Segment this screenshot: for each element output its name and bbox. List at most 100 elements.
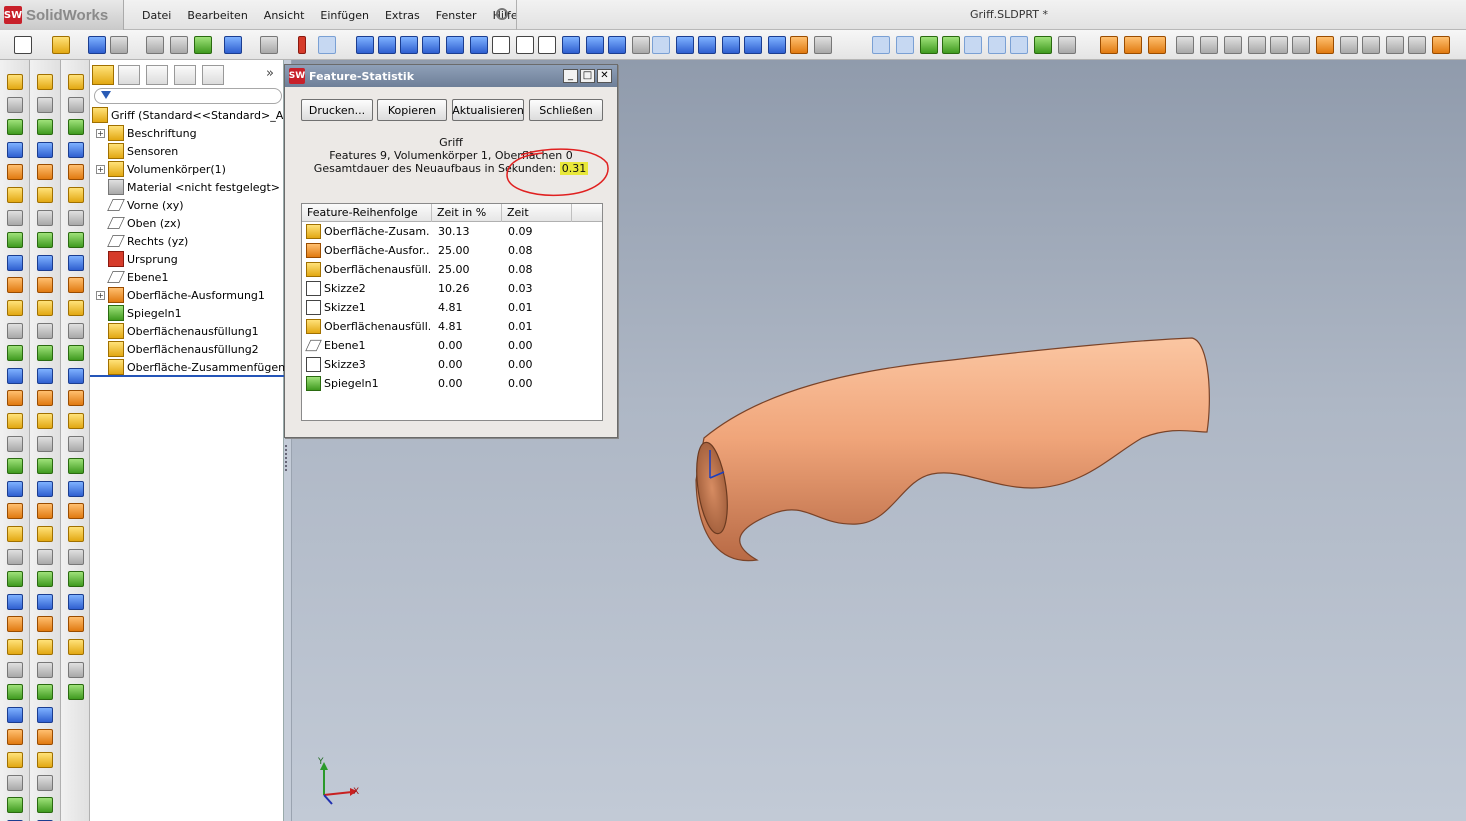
command-button-icon[interactable] — [37, 277, 53, 294]
view-trimetric-icon[interactable] — [516, 36, 534, 54]
expand-toggle-icon[interactable]: + — [96, 290, 105, 300]
print-icon[interactable] — [110, 36, 128, 54]
command-button-icon[interactable] — [7, 209, 23, 226]
feature-statistics-list[interactable]: Feature-Reihenfolge Zeit in % Zeit Oberf… — [301, 203, 603, 421]
command-button-icon[interactable] — [37, 390, 53, 407]
maximize-button[interactable]: □ — [580, 69, 595, 83]
tree-item[interactable]: +Rechts (yz) — [96, 232, 188, 250]
rip-icon[interactable] — [1408, 36, 1426, 54]
command-button-icon[interactable] — [7, 548, 23, 565]
column-time[interactable]: Zeit — [502, 204, 572, 222]
command-button-icon[interactable] — [68, 390, 84, 407]
zoom-area-icon[interactable] — [722, 36, 740, 54]
command-button-icon[interactable] — [7, 300, 23, 316]
command-button-icon[interactable] — [37, 571, 53, 588]
close-window-button[interactable]: ✕ — [597, 69, 612, 83]
view-top-icon[interactable] — [446, 36, 464, 54]
handle-body[interactable] — [695, 337, 1210, 562]
shaded-icon[interactable] — [608, 36, 626, 54]
view-lights-icon[interactable] — [1034, 36, 1052, 54]
rebuild-icon[interactable] — [194, 36, 212, 54]
view-bottom-icon[interactable] — [470, 36, 488, 54]
command-button-icon[interactable] — [68, 164, 84, 181]
command-button-icon[interactable] — [7, 458, 23, 475]
tree-item[interactable]: +Oberflächenausfüllung2 — [96, 340, 259, 358]
tree-item[interactable]: +Vorne (xy) — [96, 196, 184, 214]
tree-item[interactable]: +Material <nicht festgelegt> — [96, 178, 280, 196]
print-button[interactable]: Drucken... — [301, 99, 373, 121]
base-flange-icon[interactable] — [1200, 36, 1218, 54]
command-button-icon[interactable] — [68, 503, 84, 520]
wireframe-icon[interactable] — [562, 36, 580, 54]
tree-root[interactable]: Griff (Standard<<Standard>_Anze — [92, 106, 303, 124]
command-button-icon[interactable] — [7, 232, 23, 249]
command-button-icon[interactable] — [37, 413, 53, 429]
menu-fenster[interactable]: Fenster — [428, 9, 485, 22]
command-button-icon[interactable] — [37, 119, 53, 136]
command-button-icon[interactable] — [68, 277, 84, 294]
command-button-icon[interactable] — [37, 209, 53, 226]
command-button-icon[interactable] — [37, 797, 53, 814]
command-button-icon[interactable] — [68, 367, 84, 384]
expand-toggle-icon[interactable]: + — [96, 164, 105, 174]
command-button-icon[interactable] — [7, 390, 23, 407]
appearance-icon[interactable] — [790, 36, 808, 54]
section-view-icon[interactable] — [676, 36, 694, 54]
refresh-button[interactable]: Aktualisieren — [452, 99, 524, 121]
unfold-icon[interactable] — [1316, 36, 1334, 54]
table-row[interactable]: Oberflächenausfüll... 25.00 0.08 — [302, 260, 602, 279]
command-button-icon[interactable] — [7, 797, 23, 814]
save-icon[interactable] — [88, 36, 106, 54]
command-button-icon[interactable] — [37, 232, 53, 249]
table-row[interactable]: Oberfläche-Ausfor... 25.00 0.08 — [302, 241, 602, 260]
command-button-icon[interactable] — [68, 74, 84, 90]
command-button-icon[interactable] — [7, 616, 23, 633]
open-folder-icon[interactable] — [52, 36, 70, 54]
command-button-icon[interactable] — [7, 684, 23, 701]
close-button[interactable]: Schließen — [529, 99, 603, 121]
command-button-icon[interactable] — [68, 571, 84, 588]
print-preview-icon[interactable] — [146, 36, 164, 54]
command-button-icon[interactable] — [7, 706, 23, 723]
normal-to-icon[interactable] — [632, 36, 650, 54]
command-button-icon[interactable] — [68, 141, 84, 158]
table-row[interactable]: Skizze1 4.81 0.01 — [302, 298, 602, 317]
dimxpert-tab-icon[interactable] — [174, 65, 196, 85]
command-button-icon[interactable] — [37, 187, 53, 203]
command-button-icon[interactable] — [7, 729, 23, 746]
table-row[interactable]: Ebene1 0.00 0.00 — [302, 336, 602, 355]
view-axes-icon[interactable] — [920, 36, 938, 54]
menu-extras[interactable]: Extras — [377, 9, 428, 22]
command-button-icon[interactable] — [37, 141, 53, 158]
command-button-icon[interactable] — [68, 232, 84, 249]
options-icon[interactable] — [170, 36, 188, 54]
command-button-icon[interactable] — [68, 435, 84, 452]
command-button-icon[interactable] — [37, 639, 53, 655]
view-dimetric-icon[interactable] — [538, 36, 556, 54]
table-row[interactable]: Skizze3 0.00 0.00 — [302, 355, 602, 374]
menu-einfuegen[interactable]: Einfügen — [312, 9, 377, 22]
view-annotations-icon[interactable] — [1010, 36, 1028, 54]
traffic-light-icon[interactable] — [298, 36, 306, 54]
command-button-icon[interactable] — [37, 548, 53, 565]
display-style-icon[interactable] — [814, 36, 832, 54]
view-curves-icon[interactable] — [988, 36, 1006, 54]
copy-button[interactable]: Kopieren — [377, 99, 447, 121]
sketched-bend-icon[interactable] — [1292, 36, 1310, 54]
command-button-icon[interactable] — [37, 458, 53, 475]
command-button-icon[interactable] — [37, 254, 53, 271]
display-manager-tab-icon[interactable] — [202, 65, 224, 85]
command-button-icon[interactable] — [68, 480, 84, 497]
command-button-icon[interactable] — [37, 729, 53, 746]
command-button-icon[interactable] — [37, 661, 53, 678]
command-button-icon[interactable] — [68, 119, 84, 136]
jog-icon[interactable] — [1270, 36, 1288, 54]
command-button-icon[interactable] — [68, 639, 84, 655]
pan-icon[interactable] — [768, 36, 786, 54]
command-button-icon[interactable] — [7, 774, 23, 791]
edge-flange-icon[interactable] — [1224, 36, 1242, 54]
tree-item[interactable]: +Ebene1 — [96, 268, 168, 286]
command-button-icon[interactable] — [37, 164, 53, 181]
table-row[interactable]: Oberflächenausfüll... 4.81 0.01 — [302, 317, 602, 336]
tree-item[interactable]: +Oben (zx) — [96, 214, 181, 232]
